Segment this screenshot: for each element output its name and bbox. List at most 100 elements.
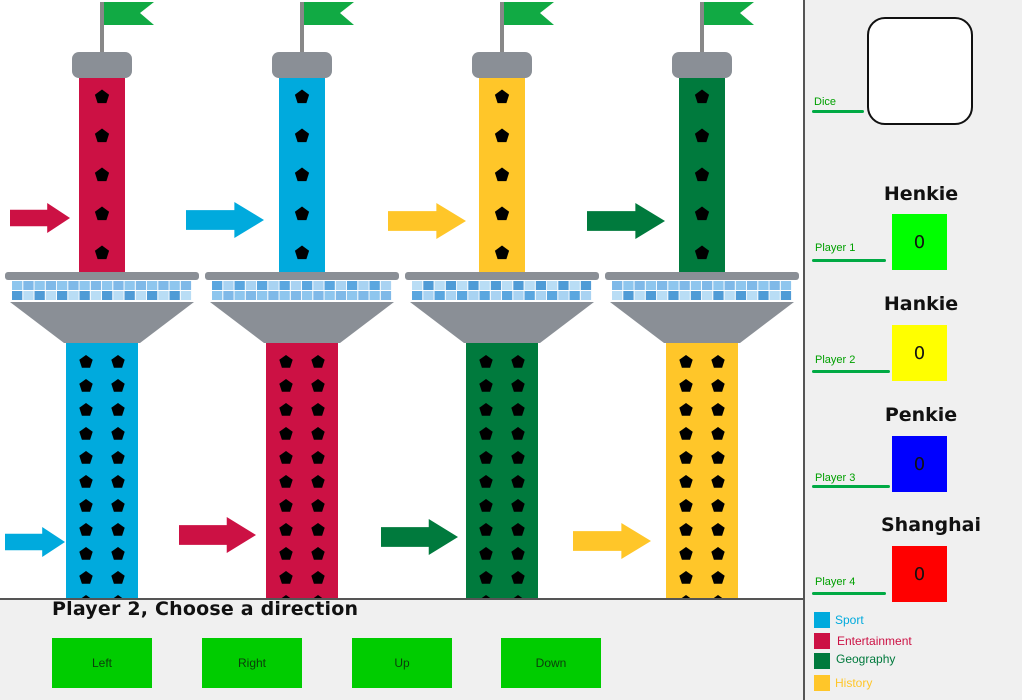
deck-tile (668, 281, 679, 290)
deck-tile (479, 291, 490, 300)
arrow-lower-1 (5, 527, 65, 557)
left-button[interactable]: Left (52, 638, 152, 688)
deck-tile (690, 281, 702, 290)
deck-tile (169, 281, 180, 290)
deck-tile (513, 281, 524, 290)
deck-tile (358, 281, 369, 290)
dice[interactable] (867, 17, 973, 125)
deck-tile (358, 291, 369, 300)
deck-tile (90, 281, 102, 290)
deck-tile (645, 291, 657, 300)
deck-tile (347, 291, 358, 300)
right-button[interactable]: Right (202, 638, 302, 688)
deck-tile (147, 291, 158, 300)
deck-base (410, 302, 594, 343)
up-button[interactable]: Up (352, 638, 452, 688)
deck-tile (535, 291, 547, 300)
deck-tile (313, 291, 324, 300)
deck-tile (434, 291, 445, 300)
deck-tile (135, 281, 147, 290)
board-canvas (5, 2, 799, 608)
deck-tile (747, 291, 758, 300)
direction-prompt: Player 2, Choose a direction (52, 598, 359, 620)
deck-tile (623, 291, 634, 300)
player-4-underline (812, 592, 886, 595)
deck-tile (502, 281, 513, 290)
deck-tile (124, 291, 135, 300)
deck-tile (68, 281, 79, 290)
tower-4 (605, 2, 799, 608)
lower-shaft (466, 343, 538, 598)
deck-tile (502, 291, 513, 300)
arrow-lower-3 (381, 519, 458, 555)
deck-tile (634, 281, 645, 290)
sidebar: Dice Henkie Player 1 0 Hankie Player 2 0… (803, 0, 1022, 700)
deck-tile (12, 281, 23, 290)
deck-rim (405, 272, 599, 280)
deck-tile (412, 281, 423, 290)
deck-tile (324, 281, 335, 290)
deck-tile (245, 281, 257, 290)
deck-base (610, 302, 794, 343)
deck-tile (79, 281, 90, 290)
deck-tile (335, 291, 347, 300)
deck-tile (302, 281, 313, 290)
deck-tile (257, 281, 268, 290)
deck-tile (369, 281, 380, 290)
player-3-name: Penkie (884, 404, 958, 426)
legend-label-entertainment: Entertainment (837, 634, 912, 648)
deck-tile (45, 291, 57, 300)
down-button[interactable]: Down (501, 638, 601, 688)
deck-tile (223, 291, 234, 300)
deck-tile (735, 281, 747, 290)
deck-tile (147, 281, 158, 290)
deck-tile (780, 291, 792, 300)
flag (304, 2, 354, 25)
legend-swatch-entertainment (814, 633, 830, 649)
deck-tile (547, 281, 558, 290)
player-2-score: 0 (892, 325, 947, 381)
deck-tile (468, 291, 479, 300)
deck-tile (769, 281, 780, 290)
deck-base (210, 302, 394, 343)
deck-tile (524, 281, 535, 290)
deck-tile (234, 291, 245, 300)
deck-tile (580, 291, 592, 300)
deck-tile (169, 291, 180, 300)
deck-tile (657, 291, 668, 300)
deck-tile (302, 291, 313, 300)
deck-tile (347, 281, 358, 290)
deck-tile (612, 291, 623, 300)
deck-tile (690, 291, 702, 300)
legend-swatch-sport (814, 612, 830, 628)
deck-tile (468, 281, 479, 290)
deck-tile (558, 281, 569, 290)
deck-tile (234, 281, 245, 290)
deck-tile (335, 281, 347, 290)
deck-tile (580, 281, 592, 290)
deck-tile (290, 281, 302, 290)
deck-tile (324, 291, 335, 300)
deck-tile (124, 281, 135, 290)
deck-tile (490, 291, 502, 300)
player-3-label: Player 3 (815, 472, 856, 484)
arrow-lower-4 (573, 523, 651, 559)
deck-tile (313, 281, 324, 290)
deck-tile (445, 291, 457, 300)
player-4-score: 0 (892, 546, 947, 602)
tower-1 (5, 2, 199, 608)
player-4-name: Shanghai (880, 514, 982, 536)
control-panel: Player 2, Choose a direction Left Right … (0, 598, 803, 700)
deck-tile (158, 291, 169, 300)
deck-tile (780, 281, 792, 290)
deck-tile (713, 291, 724, 300)
player-3-score: 0 (892, 436, 947, 492)
arrow-upper-2 (186, 202, 264, 238)
player-2-underline (812, 370, 890, 373)
arrow-upper-4 (587, 203, 665, 239)
arrow-lower-2 (179, 517, 256, 553)
deck-tile (113, 291, 124, 300)
deck-tile (180, 291, 192, 300)
tower-cap (72, 52, 132, 78)
deck-tile (245, 291, 257, 300)
